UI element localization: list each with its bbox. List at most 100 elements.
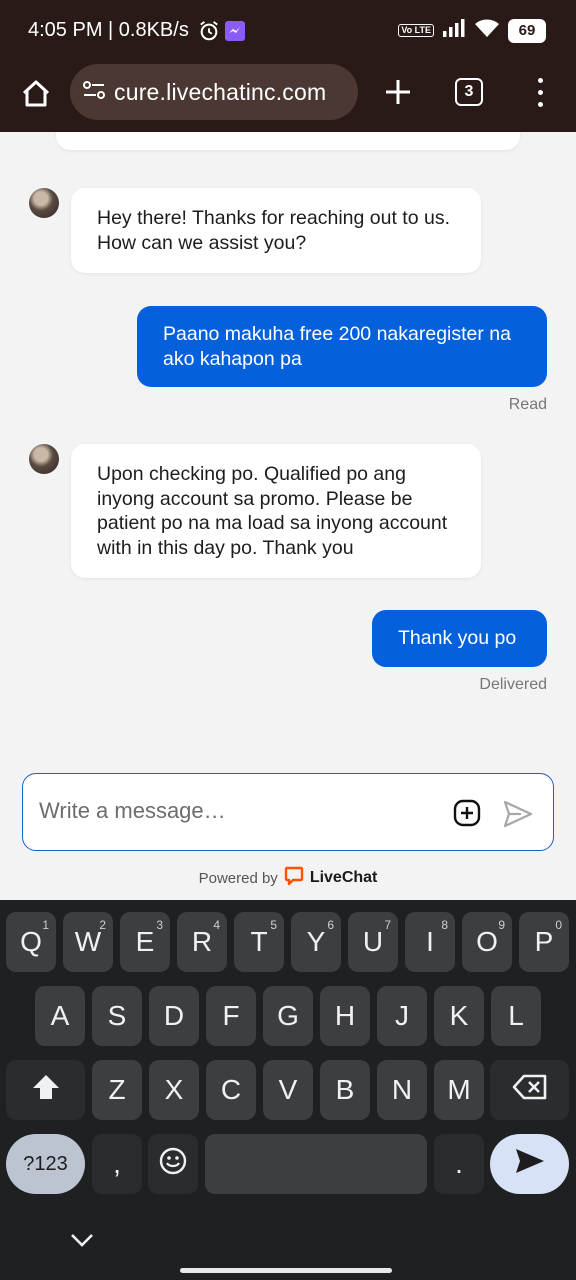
key-label: Z <box>108 1074 126 1105</box>
key-d[interactable]: D <box>149 986 199 1046</box>
key-label: R <box>191 926 213 957</box>
key-label: O <box>476 926 498 957</box>
key-a[interactable]: A <box>35 986 85 1046</box>
key-x[interactable]: X <box>149 1060 199 1120</box>
tab-switcher-button[interactable]: 3 <box>455 78 483 106</box>
message-text: Upon checking po. Qualified po ang inyon… <box>97 463 448 559</box>
volte-icon: Vo LTE <box>398 24 434 37</box>
key-number-hint: 2 <box>99 918 106 932</box>
key-number-hint: 3 <box>156 918 163 932</box>
agent-avatar <box>29 188 59 218</box>
livechat-logo-icon <box>284 866 304 890</box>
key-label: M <box>447 1074 471 1105</box>
read-receipt: Read <box>508 396 547 413</box>
key-j[interactable]: J <box>377 986 427 1046</box>
more-options-icon[interactable] <box>530 74 550 110</box>
emoji-key[interactable] <box>148 1134 198 1194</box>
key-label: X <box>164 1074 184 1105</box>
add-attachment-icon[interactable] <box>453 799 481 827</box>
new-tab-icon[interactable] <box>380 74 416 110</box>
on-screen-keyboard: ?123 , . Q1W2E3R4T5Y6U7I8O9P0ASDFGHJKLZX… <box>0 900 576 1280</box>
wifi-icon <box>474 18 500 43</box>
key-y[interactable]: Y6 <box>291 912 341 972</box>
key-s[interactable]: S <box>92 986 142 1046</box>
key-p[interactable]: P0 <box>519 912 569 972</box>
powered-by[interactable]: Powered by LiveChat <box>0 866 576 890</box>
url-bar[interactable]: cure.livechatinc.com <box>70 64 358 120</box>
key-label: L <box>508 1000 524 1031</box>
message-composer <box>22 773 554 851</box>
key-h[interactable]: H <box>320 986 370 1046</box>
key-g[interactable]: G <box>263 986 313 1046</box>
key-t[interactable]: T5 <box>234 912 284 972</box>
message-text: Paano makuha free 200 nakaregister na ak… <box>163 323 511 370</box>
url-text: cure.livechatinc.com <box>114 78 327 105</box>
comma-key[interactable]: , <box>92 1134 142 1194</box>
key-label: G <box>277 1000 299 1031</box>
home-icon[interactable] <box>18 76 54 112</box>
key-number-hint: 9 <box>498 918 505 932</box>
message-input[interactable] <box>39 798 439 824</box>
key-label: U <box>362 926 384 957</box>
agent-avatar <box>29 444 59 474</box>
key-label: T <box>250 926 268 957</box>
key-label: J <box>395 1000 409 1031</box>
key-number-hint: 5 <box>270 918 277 932</box>
key-q[interactable]: Q1 <box>6 912 56 972</box>
send-icon <box>514 1147 546 1182</box>
livechat-brand: LiveChat <box>309 869 378 886</box>
key-m[interactable]: M <box>434 1060 484 1120</box>
key-o[interactable]: O9 <box>462 912 512 972</box>
site-settings-icon[interactable] <box>82 80 106 105</box>
period-key[interactable]: . <box>434 1134 484 1194</box>
key-number-hint: 7 <box>384 918 391 932</box>
key-u[interactable]: U7 <box>348 912 398 972</box>
key-label: Y <box>306 926 326 957</box>
shift-key[interactable] <box>6 1060 85 1120</box>
key-label: I <box>426 926 434 957</box>
key-label: Q <box>20 926 42 957</box>
space-key[interactable] <box>205 1134 427 1194</box>
key-b[interactable]: B <box>320 1060 370 1120</box>
key-z[interactable]: Z <box>92 1060 142 1120</box>
key-label: D <box>163 1000 185 1031</box>
agent-message: Hey there! Thanks for reaching out to us… <box>71 188 481 273</box>
message-text: Hey there! Thanks for reaching out to us… <box>97 207 450 254</box>
key-number-hint: 4 <box>213 918 220 932</box>
alarm-icon <box>198 20 220 42</box>
key-number-hint: 1 <box>42 918 49 932</box>
emoji-icon <box>158 1146 188 1183</box>
key-i[interactable]: I8 <box>405 912 455 972</box>
key-n[interactable]: N <box>377 1060 427 1120</box>
previous-message-bubble <box>56 132 520 150</box>
key-label: B <box>335 1074 355 1105</box>
key-r[interactable]: R4 <box>177 912 227 972</box>
key-label: A <box>50 1000 70 1031</box>
send-key[interactable] <box>490 1134 569 1194</box>
key-l[interactable]: L <box>491 986 541 1046</box>
battery-icon: 69 <box>508 18 546 43</box>
browser-toolbar: cure.livechatinc.com 3 <box>0 64 576 132</box>
status-bar: 4:05 PM | 0.8KB/s Vo LTE 69 <box>0 0 576 64</box>
chat-area[interactable]: Hey there! Thanks for reaching out to us… <box>0 132 576 900</box>
send-message-icon[interactable] <box>503 799 533 829</box>
key-label: V <box>278 1074 298 1105</box>
key-w[interactable]: W2 <box>63 912 113 972</box>
delivered-receipt: Delivered <box>479 676 547 693</box>
key-f[interactable]: F <box>206 986 256 1046</box>
key-k[interactable]: K <box>434 986 484 1046</box>
backspace-key[interactable] <box>490 1060 569 1120</box>
key-e[interactable]: E3 <box>120 912 170 972</box>
top-bar: 4:05 PM | 0.8KB/s Vo LTE 69 cure.livecha <box>0 0 576 132</box>
key-label: P <box>534 926 554 957</box>
signal-icon <box>442 19 466 42</box>
powered-by-label: Powered by <box>198 869 278 887</box>
symbols-key[interactable]: ?123 <box>6 1134 85 1194</box>
gesture-nav-bar[interactable] <box>180 1268 392 1273</box>
key-v[interactable]: V <box>263 1060 313 1120</box>
key-label: K <box>449 1000 469 1031</box>
key-c[interactable]: C <box>206 1060 256 1120</box>
backspace-icon <box>512 1073 548 1108</box>
key-number-hint: 0 <box>555 918 562 932</box>
hide-keyboard-chevron-icon[interactable] <box>68 1230 96 1250</box>
